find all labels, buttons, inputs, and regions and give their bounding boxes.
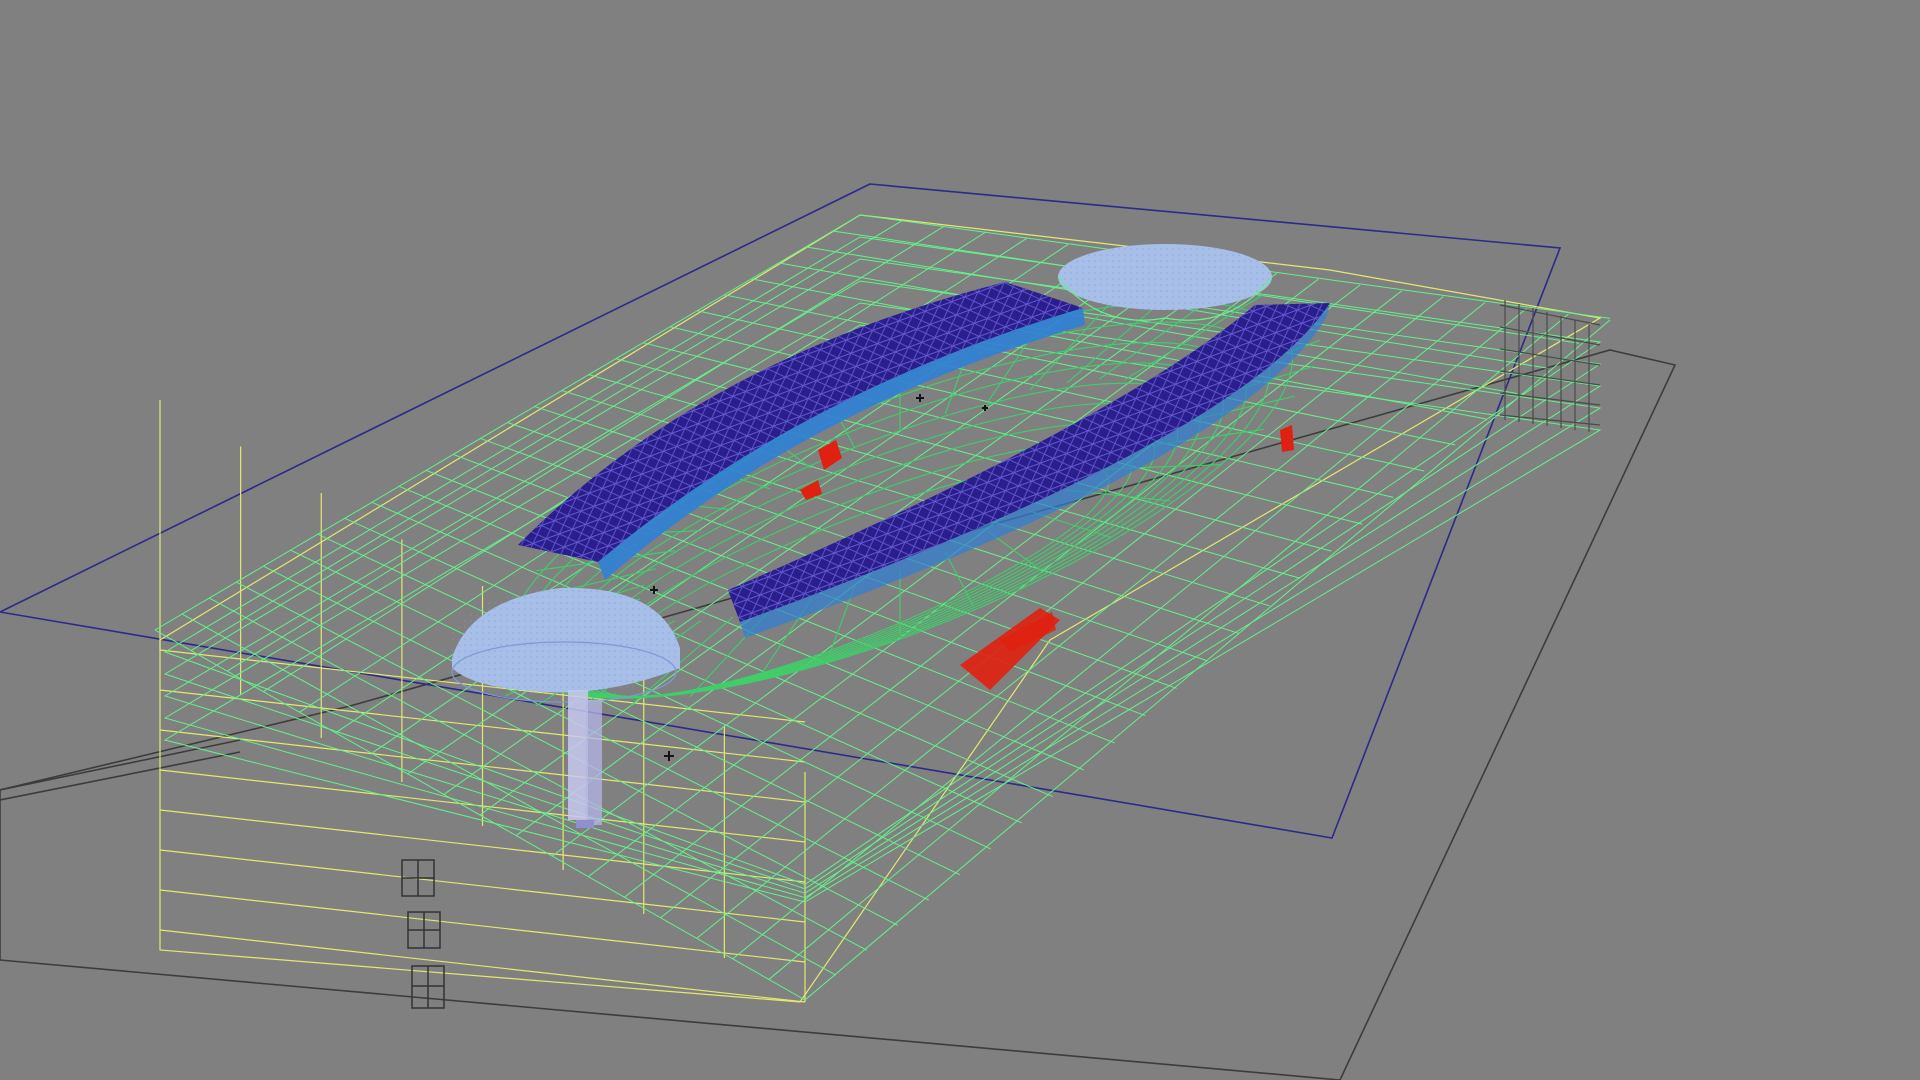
facade-band (159, 889, 806, 963)
dome-columns (568, 690, 602, 828)
ground-slab-edge (0, 739, 241, 791)
3d-viewport[interactable] (0, 0, 1920, 1080)
east-wing-band (1499, 392, 1601, 406)
floor-slab-outline (163, 324, 1602, 903)
site-boundary (0, 183, 1562, 839)
facade-band (159, 929, 806, 1003)
east-wing-band (1499, 370, 1601, 386)
atrium-rib (944, 551, 974, 606)
wireframe-scene[interactable] (0, 0, 1920, 1080)
door-frame-icon (401, 859, 445, 1009)
facade-band (159, 849, 806, 923)
ground-slab-edge (0, 751, 241, 801)
dome-south (449, 587, 680, 703)
